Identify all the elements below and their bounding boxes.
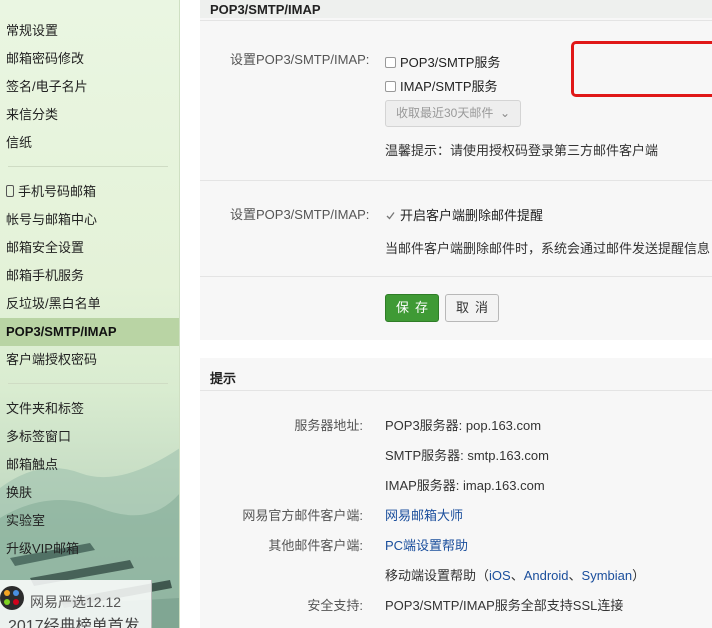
- field-label: 设置POP3/SMTP/IMAP:: [230, 52, 370, 67]
- sidebar-item-mobile-service[interactable]: 邮箱手机服务: [0, 262, 179, 290]
- promo-text: 2017经典榜单首发: [8, 618, 140, 628]
- android-help-link[interactable]: Android: [524, 568, 569, 583]
- sidebar-item-security[interactable]: 邮箱安全设置: [0, 234, 179, 262]
- sidebar-item-label: 签名/电子名片: [6, 79, 88, 94]
- sidebar-item-label: 多标签窗口: [6, 429, 72, 444]
- ios-help-link[interactable]: iOS: [489, 568, 511, 583]
- sidebar-item-lab[interactable]: 实验室: [0, 507, 179, 535]
- sidebar-item-client-auth-code[interactable]: 客户端授权密码: [0, 346, 179, 374]
- sidebar-item-antispam[interactable]: 反垃圾/黑白名单: [0, 290, 179, 318]
- sidebar-item-mail-filter[interactable]: 来信分类: [0, 101, 179, 129]
- promo-text: 网易严选12.12: [30, 594, 122, 610]
- sidebar-item-label: 客户端授权密码: [6, 352, 98, 367]
- checkmark-icon[interactable]: [385, 209, 396, 220]
- sidebar-item-label: 实验室: [6, 513, 46, 528]
- sidebar-item-label: 邮箱触点: [6, 457, 59, 472]
- save-button[interactable]: 保存: [385, 294, 439, 322]
- delete-alert-description: 当邮件客户端删除邮件时，系统会通过邮件发送提醒信息: [385, 241, 711, 256]
- imap-server-value: IMAP服务器: imap.163.com: [385, 478, 545, 493]
- phone-icon: [6, 185, 14, 197]
- checkbox-box[interactable]: [385, 57, 396, 68]
- divider: [200, 390, 712, 391]
- security-support-label: 安全支持:: [307, 598, 363, 613]
- sidebar-item-pop3-smtp-imap[interactable]: POP3/SMTP/IMAP: [0, 318, 179, 346]
- sidebar-item-label: 反垃圾/黑白名单: [6, 296, 101, 311]
- symbian-help-link[interactable]: Symbian: [582, 568, 633, 583]
- sidebar-item-label: 常规设置: [6, 23, 59, 38]
- sidebar-item-label: 换肤: [6, 485, 33, 500]
- sidebar-item-folders-tags[interactable]: 文件夹和标签: [0, 395, 179, 423]
- delete-alert-checkbox[interactable]: 开启客户端删除邮件提醒: [385, 205, 543, 224]
- divider: [200, 180, 712, 181]
- sidebar-item-label: 升级VIP邮箱: [6, 541, 79, 556]
- sidebar-item-multi-tab[interactable]: 多标签窗口: [0, 423, 179, 451]
- sidebar-item-label: POP3/SMTP/IMAP: [6, 324, 117, 339]
- sidebar-item-stationery[interactable]: 信纸: [0, 129, 179, 157]
- smtp-server-value: SMTP服务器: smtp.163.com: [385, 448, 549, 463]
- highlight-annotation-box: [571, 41, 712, 97]
- tips-panel: 提示 服务器地址: POP3服务器: pop.163.com SMTP服务器: …: [200, 358, 712, 628]
- server-address-label: 服务器地址:: [294, 418, 363, 433]
- app-grid-icon[interactable]: [0, 586, 24, 610]
- sidebar-item-signature[interactable]: 签名/电子名片: [0, 73, 179, 101]
- chevron-down-icon: ⌄: [499, 106, 510, 120]
- panel-title: 提示: [210, 371, 237, 386]
- pc-setup-help-link[interactable]: PC端设置帮助: [385, 535, 468, 554]
- official-client-link[interactable]: 网易邮箱大师: [385, 505, 463, 524]
- checkbox-label: POP3/SMTP服务: [400, 55, 501, 70]
- field-label: 设置POP3/SMTP/IMAP:: [230, 207, 370, 222]
- sidebar-item-label: 手机号码邮箱: [18, 184, 97, 199]
- sidebar-item-upgrade-vip[interactable]: 升级VIP邮箱: [0, 535, 179, 563]
- select-value: 收取最近30天邮件: [396, 106, 494, 120]
- sidebar-item-label: 文件夹和标签: [6, 401, 85, 416]
- divider: [200, 20, 712, 21]
- sidebar-item-label: 邮箱安全设置: [6, 240, 85, 255]
- sidebar-item-label: 帐号与邮箱中心: [6, 212, 98, 227]
- separator: 、: [510, 568, 524, 583]
- sidebar-item-label: 来信分类: [6, 107, 59, 122]
- pop3-settings-panel: POP3/SMTP/IMAP 设置POP3/SMTP/IMAP: POP3/SM…: [200, 0, 712, 340]
- imap-smtp-service-checkbox[interactable]: IMAP/SMTP服务: [385, 76, 498, 95]
- pop3-server-value: POP3服务器: pop.163.com: [385, 418, 542, 433]
- sidebar-item-account-center[interactable]: 帐号与邮箱中心: [0, 206, 179, 234]
- mobile-help-suffix: ）: [632, 568, 646, 583]
- sidebar-item-touchpoints[interactable]: 邮箱触点: [0, 451, 179, 479]
- sidebar-item-phone-mailbox[interactable]: 手机号码邮箱: [0, 178, 179, 206]
- sidebar-item-password[interactable]: 邮箱密码修改: [0, 45, 179, 73]
- security-support-value: POP3/SMTP/IMAP服务全部支持SSL连接: [385, 598, 624, 613]
- cancel-button[interactable]: 取消: [445, 294, 499, 322]
- divider: [200, 276, 712, 277]
- official-client-label: 网易官方邮件客户端:: [242, 508, 363, 523]
- settings-sidebar: 常规设置 邮箱密码修改 签名/电子名片 来信分类 信纸 手机号码邮箱 帐号与邮箱…: [0, 0, 180, 628]
- mobile-help-prefix: 移动端设置帮助（: [385, 568, 490, 583]
- sidebar-divider: [8, 383, 168, 384]
- recent-mail-select[interactable]: 收取最近30天邮件 ⌄: [385, 100, 521, 127]
- sidebar-item-label: 邮箱手机服务: [6, 268, 85, 283]
- sidebar-item-skin[interactable]: 换肤: [0, 479, 179, 507]
- sidebar-item-general[interactable]: 常规设置: [0, 17, 179, 45]
- sidebar-item-label: 邮箱密码修改: [6, 51, 85, 66]
- sidebar-divider: [8, 166, 168, 167]
- separator: 、: [568, 568, 582, 583]
- checkbox-box[interactable]: [385, 81, 396, 92]
- pop3-smtp-service-checkbox[interactable]: POP3/SMTP服务: [385, 52, 500, 71]
- checkbox-label: 开启客户端删除邮件提醒: [400, 208, 544, 223]
- sidebar-item-label: 信纸: [6, 135, 33, 150]
- auth-code-hint: 温馨提示：请使用授权码登录第三方邮件客户端: [385, 143, 659, 158]
- panel-title: POP3/SMTP/IMAP: [210, 2, 321, 17]
- mobile-help-line: 移动端设置帮助（iOS、Android、Symbian）: [385, 565, 645, 584]
- checkbox-label: IMAP/SMTP服务: [400, 79, 498, 94]
- other-client-label: 其他邮件客户端:: [268, 538, 363, 553]
